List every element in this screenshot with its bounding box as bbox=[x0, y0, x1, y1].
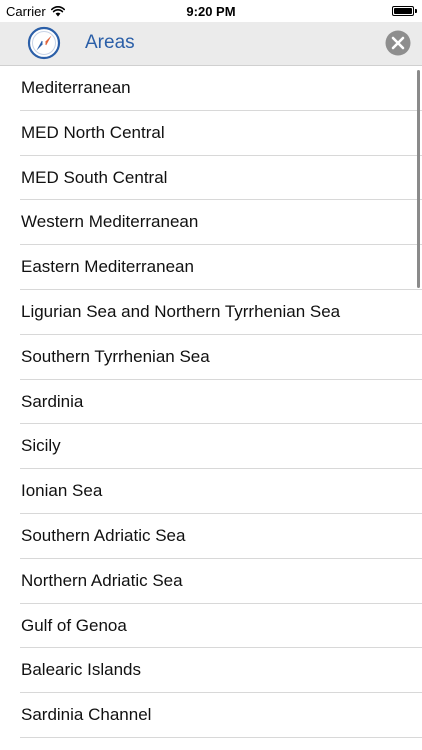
list-item-label: Sardinia Channel bbox=[21, 705, 152, 725]
list-item[interactable]: Sardinia bbox=[0, 380, 422, 425]
list-item-label: MED North Central bbox=[21, 122, 165, 142]
list-item[interactable]: Gulf of Genoa bbox=[0, 604, 422, 649]
list-item[interactable]: Ionian Sea bbox=[0, 469, 422, 514]
status-bar: Carrier 9:20 PM bbox=[0, 0, 422, 22]
list-item[interactable]: Sardinia Channel bbox=[0, 693, 422, 738]
list-item[interactable]: MED North Central bbox=[0, 111, 422, 156]
list-item[interactable]: Southern Tyrrhenian Sea bbox=[0, 335, 422, 380]
list-item-label: Ionian Sea bbox=[21, 481, 103, 501]
scroll-indicator[interactable] bbox=[417, 70, 420, 288]
list-item-label: Sardinia bbox=[21, 391, 84, 411]
status-time: 9:20 PM bbox=[186, 4, 236, 19]
battery-icon bbox=[392, 6, 414, 16]
page-title: Areas bbox=[85, 32, 135, 53]
list-item[interactable]: MED South Central bbox=[0, 156, 422, 201]
list-item-label: Balearic Islands bbox=[21, 660, 142, 680]
list-item-label: Eastern Mediterranean bbox=[21, 257, 194, 277]
battery-level bbox=[394, 8, 412, 14]
areas-list: Mediterranean MED North Central MED Sout… bbox=[0, 66, 422, 738]
list-item-label: MED South Central bbox=[21, 167, 168, 187]
list-item-label: Southern Adriatic Sea bbox=[21, 525, 186, 545]
compass-icon[interactable] bbox=[27, 26, 61, 60]
row-separator bbox=[20, 736, 422, 738]
navigation-bar: Areas bbox=[0, 22, 422, 66]
list-item-label: Mediterranean bbox=[21, 78, 131, 97]
list-item-label: Western Mediterranean bbox=[21, 212, 199, 232]
list-item-label: Ligurian Sea and Northern Tyrrhenian Sea bbox=[21, 301, 341, 321]
list-item-label: Northern Adriatic Sea bbox=[21, 570, 183, 590]
list-item-label: Sicily bbox=[21, 436, 61, 456]
list-item[interactable]: Sicily bbox=[0, 424, 422, 470]
list-item[interactable]: Mediterranean bbox=[0, 66, 422, 111]
list-item[interactable]: Northern Adriatic Sea bbox=[0, 559, 422, 604]
list-item-label: Southern Tyrrhenian Sea bbox=[21, 346, 210, 366]
list-item[interactable]: Eastern Mediterranean bbox=[0, 245, 422, 290]
list-item[interactable]: Western Mediterranean bbox=[0, 200, 422, 246]
list-item-label: Gulf of Genoa bbox=[21, 615, 127, 635]
battery-tip bbox=[415, 9, 417, 13]
close-icon[interactable] bbox=[385, 30, 411, 56]
list-item[interactable]: Ligurian Sea and Northern Tyrrhenian Sea bbox=[0, 290, 422, 335]
list-item[interactable]: Balearic Islands bbox=[0, 648, 422, 694]
list-item[interactable]: Southern Adriatic Sea bbox=[0, 514, 422, 559]
